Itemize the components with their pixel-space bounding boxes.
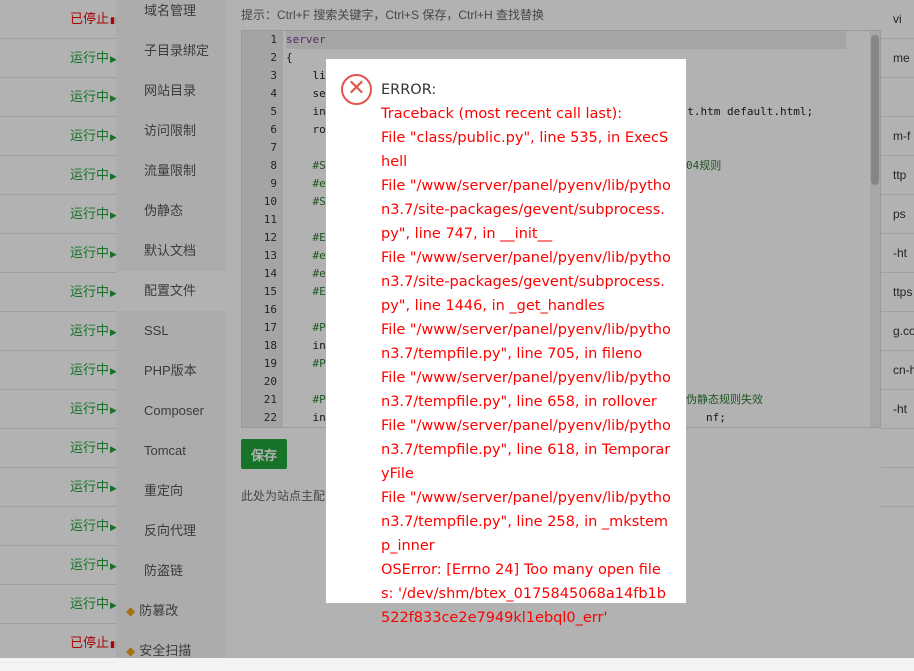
traceback-lines: Traceback (most recent call last): File "…	[381, 102, 671, 630]
error-message: ERROR: Traceback (most recent call last)…	[381, 78, 671, 630]
error-title: ERROR:	[381, 82, 437, 98]
traceback-line: File "/www/server/panel/pyenv/lib/python…	[381, 370, 671, 410]
traceback-line: File "/www/server/panel/pyenv/lib/python…	[381, 322, 671, 362]
error-dialog: ✕ ERROR: Traceback (most recent call las…	[326, 59, 686, 626]
error-circle-x-icon: ✕	[341, 74, 372, 105]
traceback-line: File "/www/server/panel/pyenv/lib/python…	[381, 490, 671, 554]
traceback-line: File "class/public.py", line 535, in Exe…	[381, 130, 669, 170]
traceback-line: OSError: [Errno 24] Too many open files:…	[381, 562, 666, 626]
traceback-line: Traceback (most recent call last):	[381, 106, 623, 122]
traceback-line: File "/www/server/panel/pyenv/lib/python…	[381, 250, 671, 314]
modal-overlay: ✕ ERROR: Traceback (most recent call las…	[0, 0, 914, 658]
traceback-line: File "/www/server/panel/pyenv/lib/python…	[381, 418, 671, 482]
traceback-line: File "/www/server/panel/pyenv/lib/python…	[381, 178, 671, 242]
